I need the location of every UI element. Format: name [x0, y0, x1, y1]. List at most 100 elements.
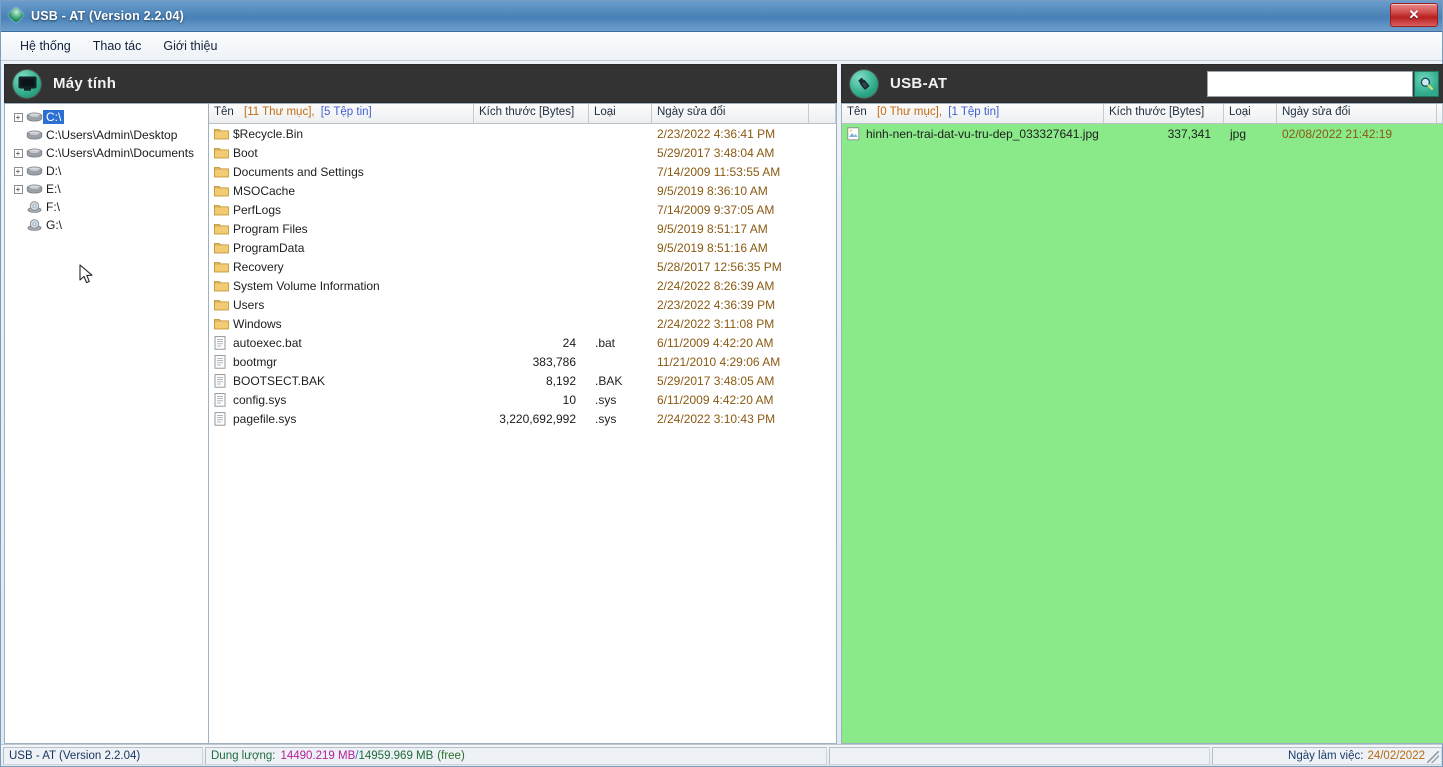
tree-item-label: F:\ — [46, 200, 60, 214]
file-name: PerfLogs — [233, 202, 282, 217]
usb-column-label-date: Ngày sửa đổi — [1282, 106, 1351, 118]
date-label: Ngày làm việc: — [1288, 749, 1364, 762]
cell-name: ProgramData — [209, 241, 474, 255]
application-window: USB - AT (Version 2.2.04) ✕ Hệ thống Tha… — [0, 0, 1443, 767]
tree-item[interactable]: + D:\ — [5, 162, 208, 180]
table-row[interactable]: config.sys 10 .sys 6/11/2009 4:42:20 AM — [209, 390, 836, 409]
table-row[interactable]: Boot 5/29/2017 3:48:04 AM — [209, 143, 836, 162]
tree-item-label: E:\ — [46, 182, 61, 196]
column-label-size: Kích thước [Bytes] — [479, 106, 575, 118]
column-header-name[interactable]: Tên [11 Thư mục], [5 Tệp tin] — [209, 104, 474, 123]
tree-item-label: C:\ — [43, 110, 65, 124]
cell-date: 9/5/2019 8:36:10 AM — [657, 183, 768, 198]
folder-icon — [214, 260, 229, 274]
drive-tree[interactable]: + C:\ C:\Users\Admin\Desktop + C:\Users\Admi… — [4, 103, 208, 744]
status-spacer — [829, 746, 1210, 765]
cell-date: 2/24/2022 3:10:43 PM — [657, 411, 776, 426]
usb-column-header-type[interactable]: Loại — [1224, 104, 1277, 123]
usb-file-list[interactable]: Tên [0 Thư mục], [1 Tệp tin] Kích thước … — [841, 103, 1443, 744]
table-row[interactable]: $Recycle.Bin 2/23/2022 4:36:41 PM — [209, 124, 836, 143]
file-name: Boot — [233, 145, 258, 160]
tree-item[interactable]: C:\Users\Admin\Desktop — [5, 126, 208, 144]
column-header-size[interactable]: Kích thước [Bytes] — [474, 104, 589, 123]
search-icon — [1420, 77, 1433, 90]
table-row[interactable]: ProgramData 9/5/2019 8:51:16 AM — [209, 238, 836, 257]
drive-icon — [25, 183, 43, 195]
cell-date: 7/14/2009 11:53:55 AM — [657, 164, 781, 179]
local-computer-pane: Máy tính + C:\ C:\Users\Admin\Desktop + C:\U… — [4, 64, 837, 744]
drive-icon — [25, 129, 43, 141]
title-bar: USB - AT (Version 2.2.04) ✕ — [1, 1, 1442, 32]
tree-expander-slot: + — [11, 112, 25, 122]
table-row[interactable]: hinh-nen-trai-dat-vu-tru-dep_033327641.j… — [842, 124, 1443, 143]
table-row[interactable]: Windows 2/24/2022 3:11:08 PM — [209, 314, 836, 333]
tree-item[interactable]: + C:\ — [5, 108, 208, 126]
cell-date: 7/14/2009 9:37:05 AM — [657, 202, 775, 217]
cell-name: Documents and Settings — [209, 165, 474, 179]
tree-item[interactable]: + C:\Users\Admin\Documents — [5, 144, 208, 162]
table-row[interactable]: bootmgr 383,786 11/21/2010 4:29:06 AM — [209, 352, 836, 371]
tree-item[interactable]: G:\ — [5, 216, 208, 234]
table-row[interactable]: Documents and Settings 7/14/2009 11:53:55… — [209, 162, 836, 181]
diamond-icon — [7, 6, 25, 24]
file-name: ProgramData — [233, 240, 305, 255]
table-row[interactable]: Recovery 5/28/2017 12:56:35 PM — [209, 257, 836, 276]
usb-column-header-date[interactable]: Ngày sửa đổi — [1277, 104, 1437, 123]
local-file-list[interactable]: Tên [11 Thư mục], [5 Tệp tin] Kích thước… — [208, 103, 837, 744]
file-name: MSOCache — [233, 183, 296, 198]
table-row[interactable]: PerfLogs 7/14/2009 9:37:05 AM — [209, 200, 836, 219]
cell-date: 11/21/2010 4:29:06 AM — [657, 354, 781, 369]
menu-item-thao-tac[interactable]: Thao tác — [82, 35, 153, 57]
column-header-date[interactable]: Ngày sửa đổi — [652, 104, 809, 123]
table-row[interactable]: System Volume Information 2/24/2022 8:26:… — [209, 276, 836, 295]
cell-name: hinh-nen-trai-dat-vu-tru-dep_033327641.j… — [842, 127, 1104, 141]
menu-item-he-thong[interactable]: Hệ thống — [9, 35, 82, 57]
table-row[interactable]: MSOCache 9/5/2019 8:36:10 AM — [209, 181, 836, 200]
image-file-icon — [847, 126, 862, 141]
table-row[interactable]: pagefile.sys 3,220,692,992 .sys 2/24/2022 3… — [209, 409, 836, 428]
monitor-icon — [13, 69, 41, 98]
resize-grip-icon[interactable] — [1427, 750, 1439, 763]
tree-item[interactable]: F:\ — [5, 198, 208, 216]
mouse-cursor — [79, 264, 93, 284]
usb-file-count: [1 Tệp tin] — [948, 106, 1000, 118]
expander-icon[interactable]: + — [13, 112, 23, 122]
close-button[interactable]: ✕ — [1390, 3, 1438, 27]
cell-name: Recovery — [209, 260, 474, 274]
cell-size: 337,341 — [1167, 126, 1211, 141]
file-name: Recovery — [233, 259, 284, 274]
cell-name: Windows — [209, 317, 474, 331]
folder-icon — [214, 146, 229, 160]
table-row[interactable]: Users 2/23/2022 4:36:39 PM — [209, 295, 836, 314]
cell-size: 10 — [562, 392, 576, 407]
expander-icon[interactable]: + — [13, 148, 23, 158]
usb-column-header-size[interactable]: Kích thước [Bytes] — [1104, 104, 1224, 123]
file-count: [5 Tệp tin] — [320, 106, 372, 118]
cell-name: MSOCache — [209, 184, 474, 198]
search-input[interactable] — [1207, 70, 1413, 97]
table-row[interactable]: BOOTSECT.BAK 8,192 .BAK 5/29/2017 3:48:05 A… — [209, 371, 836, 390]
table-row[interactable]: Program Files 9/5/2019 8:51:17 AM — [209, 219, 836, 238]
column-header-type[interactable]: Loại — [589, 104, 652, 123]
cell-date: 9/5/2019 8:51:16 AM — [657, 240, 768, 255]
usb-search — [1207, 70, 1439, 97]
local-pane-title: Máy tính — [53, 75, 117, 92]
drive-icon — [25, 165, 43, 177]
cell-name: BOOTSECT.BAK — [209, 374, 474, 388]
expander-icon[interactable]: + — [13, 166, 23, 176]
window-title: USB - AT (Version 2.2.04) — [31, 9, 184, 23]
cell-size: 8,192 — [545, 373, 576, 388]
cell-name: Boot — [209, 146, 474, 160]
usb-pane-header: USB-AT — [841, 64, 1443, 103]
search-button[interactable] — [1414, 70, 1439, 97]
cell-name: pagefile.sys — [209, 412, 474, 426]
table-row[interactable]: autoexec.bat 24 .bat 6/11/2009 4:42:20 AM — [209, 333, 836, 352]
folder-icon — [214, 317, 229, 331]
expander-icon[interactable]: + — [13, 184, 23, 194]
cell-type: .bat — [595, 335, 616, 350]
tree-item-label: C:\Users\Admin\Desktop — [46, 128, 178, 142]
tree-item[interactable]: + E:\ — [5, 180, 208, 198]
usb-column-header-name[interactable]: Tên [0 Thư mục], [1 Tệp tin] — [842, 104, 1104, 123]
column-header-filler — [809, 104, 836, 123]
menu-item-gioi-thieu[interactable]: Giới thiệu — [152, 35, 228, 57]
